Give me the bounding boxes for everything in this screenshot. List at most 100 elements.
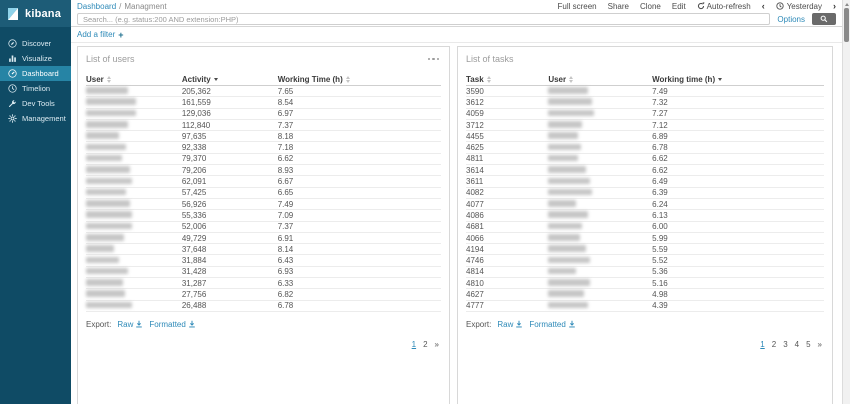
download-icon <box>515 320 523 328</box>
sidebar-item-discover[interactable]: Discover <box>0 36 71 51</box>
export-formatted-link[interactable]: Formatted <box>529 320 575 329</box>
task-cell: 4627 <box>466 290 548 299</box>
working-time-cell: 6.43 <box>278 256 441 265</box>
column-header-working-time[interactable]: Working Time (h) <box>278 75 441 84</box>
export-raw-link[interactable]: Raw <box>497 320 523 329</box>
user-cell <box>548 256 652 265</box>
user-cell <box>86 132 182 141</box>
sidebar-item-label: Visualize <box>22 54 52 63</box>
search-button[interactable] <box>812 13 836 25</box>
table-row: 79,370 6.62 <box>86 154 441 165</box>
column-header-task[interactable]: Task <box>466 75 548 84</box>
user-cell <box>548 301 652 310</box>
search-input[interactable] <box>77 13 770 25</box>
activity-cell: 26,488 <box>182 301 278 310</box>
sidebar-item-dev-tools[interactable]: Dev Tools <box>0 96 71 111</box>
table-row: 62,091 6.67 <box>86 176 441 187</box>
working-time-cell: 8.18 <box>278 132 441 141</box>
working-time-cell: 4.98 <box>652 290 824 299</box>
breadcrumb-dashboard-link[interactable]: Dashboard <box>77 2 116 11</box>
table-row: 3590 7.49 <box>466 86 824 97</box>
users-pagination: 1 2 » <box>86 340 441 349</box>
user-cell <box>86 301 182 310</box>
table-row: 4811 6.62 <box>466 154 824 165</box>
panel-list-of-tasks: List of tasks Task User Working time (h) <box>457 46 833 404</box>
table-row: 49,729 6.91 <box>86 233 441 244</box>
column-header-working-time[interactable]: Working time (h) <box>652 75 824 84</box>
add-filter-link[interactable]: Add a filter <box>77 30 115 39</box>
table-row: 4059 7.27 <box>466 109 824 120</box>
sort-icon <box>487 76 491 83</box>
user-cell <box>548 143 652 152</box>
page-link[interactable]: » <box>818 340 822 349</box>
panel-options-icon[interactable] <box>426 56 442 63</box>
page-link[interactable]: 3 <box>783 340 787 349</box>
working-time-cell: 6.62 <box>652 166 824 175</box>
table-row: 31,287 6.33 <box>86 278 441 289</box>
activity-cell: 57,425 <box>182 188 278 197</box>
edit-button[interactable]: Edit <box>672 2 686 11</box>
sort-desc-icon <box>214 78 218 81</box>
page-link[interactable]: 1 <box>760 340 764 349</box>
page-link[interactable]: » <box>435 340 439 349</box>
tasks-table-body: 3590 7.49 3612 7.32 4059 <box>466 86 824 312</box>
redacted-username <box>548 290 584 297</box>
sidebar-item-visualize[interactable]: Visualize <box>0 51 71 66</box>
kibana-logo[interactable]: kibana <box>0 0 71 27</box>
time-next-chevron-icon[interactable]: › <box>833 2 836 11</box>
scroll-up-arrow-icon[interactable] <box>845 3 849 6</box>
add-filter-plus-icon[interactable]: + <box>118 30 123 40</box>
page-link[interactable]: 2 <box>423 340 427 349</box>
table-row: 26,488 6.78 <box>86 301 441 312</box>
user-cell <box>548 245 652 254</box>
task-cell: 4066 <box>466 234 548 243</box>
auto-refresh-button[interactable]: Auto-refresh <box>697 2 751 11</box>
column-header-activity[interactable]: Activity <box>182 75 278 84</box>
sidebar-item-label: Dashboard <box>22 69 59 78</box>
vertical-scrollbar[interactable] <box>842 0 850 404</box>
column-header-user[interactable]: User <box>548 75 652 84</box>
dashboard-gauge-icon <box>8 69 17 78</box>
user-cell <box>86 245 182 254</box>
working-time-cell: 6.62 <box>652 154 824 163</box>
export-raw-link[interactable]: Raw <box>117 320 143 329</box>
redacted-username <box>548 132 578 139</box>
search-icon <box>820 15 828 23</box>
time-picker-button[interactable]: Yesterday <box>776 2 822 11</box>
sidebar-item-timelion[interactable]: Timelion <box>0 81 71 96</box>
page-link[interactable]: 1 <box>412 340 416 349</box>
table-row: 56,926 7.49 <box>86 199 441 210</box>
sort-icon <box>569 76 573 83</box>
activity-cell: 79,370 <box>182 154 278 163</box>
working-time-cell: 6.49 <box>652 177 824 186</box>
user-cell <box>548 121 652 130</box>
clone-button[interactable]: Clone <box>640 2 661 11</box>
page-link[interactable]: 4 <box>795 340 799 349</box>
working-time-cell: 6.39 <box>652 188 824 197</box>
working-time-cell: 7.12 <box>652 121 824 130</box>
time-prev-chevron-icon[interactable]: ‹ <box>762 2 765 11</box>
redacted-username <box>86 110 136 117</box>
working-time-cell: 4.39 <box>652 301 824 310</box>
full-screen-button[interactable]: Full screen <box>557 2 596 11</box>
page-link[interactable]: 2 <box>772 340 776 349</box>
search-options-link[interactable]: Options <box>777 15 805 24</box>
redacted-username <box>548 144 581 151</box>
tasks-table-header: Task User Working time (h) <box>466 73 824 86</box>
export-formatted-link[interactable]: Formatted <box>149 320 195 329</box>
working-time-cell: 6.91 <box>278 234 441 243</box>
sidebar-item-management[interactable]: Management <box>0 111 71 126</box>
breadcrumb-current: Managment <box>124 2 166 11</box>
working-time-cell: 5.59 <box>652 245 824 254</box>
scrollbar-thumb[interactable] <box>844 8 849 42</box>
sort-desc-icon <box>718 78 722 81</box>
table-row: 3614 6.62 <box>466 165 824 176</box>
page-link[interactable]: 5 <box>806 340 810 349</box>
column-header-user[interactable]: User <box>86 75 182 84</box>
share-button[interactable]: Share <box>608 2 629 11</box>
working-time-cell: 7.27 <box>652 109 824 118</box>
redacted-username <box>86 166 130 173</box>
top-nav-row: Dashboard / Managment Full screen Share … <box>71 0 842 12</box>
sidebar-item-dashboard[interactable]: Dashboard <box>0 66 71 81</box>
working-time-cell: 5.16 <box>652 279 824 288</box>
